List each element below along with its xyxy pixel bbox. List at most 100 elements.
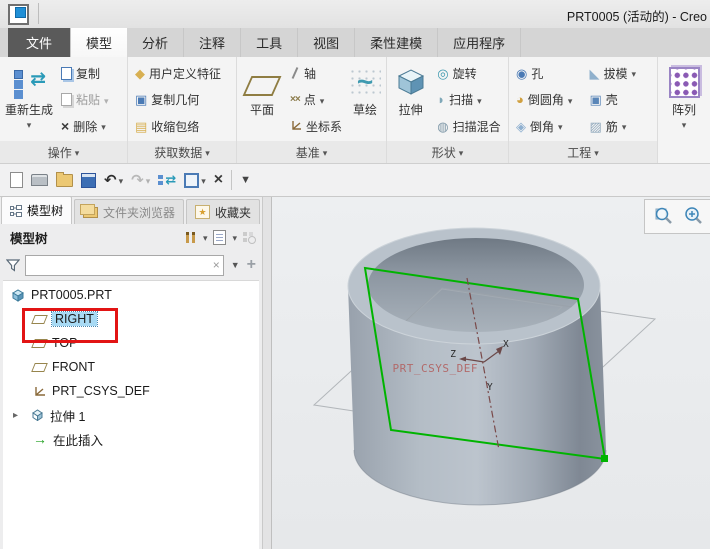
open-button[interactable] [56,174,73,187]
sweep-button[interactable]: ◗扫描 [434,88,507,112]
print-icon [31,174,48,186]
tab-view[interactable]: 视图 [298,28,355,57]
tab-flexible-modeling[interactable]: 柔性建模 [355,28,438,57]
pattern-dropdown-icon[interactable] [682,117,687,131]
viewport-zoom-toolbar [644,199,710,234]
rib-button[interactable]: ▨筋 [587,114,657,138]
filter-funnel-icon[interactable] [6,259,20,272]
hole-button[interactable]: ◉孔 [513,61,585,85]
regenerate-button[interactable]: 重新生成 [2,58,56,141]
csys-icon [290,120,302,132]
sketch-button[interactable]: ~ 草绘 [345,58,385,141]
delete-button[interactable]: ×删除 [58,114,126,138]
engineering-group-label[interactable]: 工程 [509,141,657,163]
datum-plane-button[interactable]: 平面 [239,58,285,141]
chamfer-dropdown-icon[interactable] [558,119,563,133]
datum-axis-button[interactable]: 轴 [287,61,345,85]
tree-item-insert-here[interactable]: → 在此插入 [3,427,259,451]
print-button[interactable] [31,174,48,186]
toolbar-overflow-button[interactable]: ▼ [240,174,251,186]
shapes-group-label[interactable]: 形状 [387,141,508,163]
tab-tools[interactable]: 工具 [241,28,298,57]
tab-annotate[interactable]: 注释 [184,28,241,57]
point-dropdown-icon[interactable] [320,93,325,107]
plane-drag-handle[interactable] [601,455,608,462]
copy-button[interactable]: 复制 [58,61,126,85]
tree-item-right-plane[interactable]: RIGHT [3,307,259,331]
datum-plane-icon [31,363,48,372]
filter-dropdown-icon[interactable]: ▼ [229,260,242,270]
new-file-button[interactable] [10,172,23,188]
round-dropdown-icon[interactable] [568,93,573,107]
udf-button[interactable]: ◆用户定义特征 [132,61,235,85]
draft-dropdown-icon[interactable] [632,66,637,80]
graphics-viewport[interactable]: Z X Y PRT_CSYS_DEF [272,197,710,549]
tree-item-extrude-1[interactable]: ▸ 拉伸 1 [3,403,259,427]
swept-blend-button[interactable]: ◍扫描混合 [434,114,507,138]
tree-item-csys[interactable]: PRT_CSYS_DEF [3,379,259,403]
filter-add-icon[interactable]: + [247,257,256,273]
ribbon-group-shapes: 拉伸 ◎旋转 ◗扫描 ◍扫描混合 形状 [387,57,509,163]
regenerate-dropdown-icon[interactable] [27,117,32,131]
tab-model[interactable]: 模型 [70,28,127,57]
tab-model-tree[interactable]: 模型树 [1,196,72,224]
swept-blend-icon: ◍ [437,120,448,133]
tab-analysis[interactable]: 分析 [127,28,184,57]
tree-tools-icon[interactable] [184,231,197,244]
tree-item-part[interactable]: PRT0005.PRT [3,283,259,307]
shrinkwrap-button[interactable]: ▤收缩包络 [132,114,235,138]
expand-icon[interactable]: ▸ [13,410,25,421]
copy-geometry-button[interactable]: ▣复制几何 [132,88,235,112]
ribbon-tab-row: 文件 模型 分析 注释 工具 视图 柔性建模 应用程序 [0,28,710,57]
pattern-button[interactable]: 阵列 [660,58,708,141]
panel-splitter[interactable] [262,197,272,549]
tab-folder-browser[interactable]: 文件夹浏览器 [74,199,184,224]
tree-tools-dropdown-icon[interactable] [203,230,208,244]
revolve-button[interactable]: ◎旋转 [434,61,507,85]
window-manager-icon [184,173,199,188]
window-dropdown-icon[interactable] [201,173,206,187]
tree-settings-icon[interactable] [213,230,226,245]
operations-group-label[interactable]: 操作 [0,141,127,163]
datum-csys-button[interactable]: 坐标系 [287,114,345,138]
extrude-button[interactable]: 拉伸 [389,58,432,141]
paste-button[interactable]: 粘贴 [58,88,126,112]
rib-dropdown-icon[interactable] [622,119,627,133]
round-button[interactable]: ◕倒圆角 [513,88,585,112]
tab-applications[interactable]: 应用程序 [438,28,521,57]
window-manager-button[interactable] [184,173,206,188]
sweep-dropdown-icon[interactable] [477,93,482,107]
zoom-region-button[interactable] [653,206,675,228]
tab-file[interactable]: 文件 [8,28,70,57]
regenerate-toolbar-button[interactable] [158,173,176,187]
datum-point-button[interactable]: ××点 [287,88,345,112]
creo-application-window: PRT0005 (活动的) - Creo 文件 模型 分析 注释 工具 视图 柔… [0,0,710,549]
redo-button[interactable]: ↷ [131,171,150,189]
x-axis-label: X [503,339,509,350]
revolve-icon: ◎ [437,67,448,80]
favorites-icon: ★ [195,205,210,219]
tree-item-top-plane[interactable]: TOP [3,331,259,355]
tree-filter-input[interactable] [25,255,224,276]
extrude-feature-icon [31,409,44,421]
close-window-icon: × [214,172,223,188]
get-data-group-label[interactable]: 获取数据 [128,141,236,163]
undo-button[interactable]: ↶ [104,171,123,189]
tree-settings-dropdown-icon[interactable] [232,230,237,244]
window-icon[interactable] [8,4,29,25]
shell-button[interactable]: ▣壳 [587,88,657,112]
undo-dropdown-icon[interactable] [119,173,124,187]
tree-item-front-plane[interactable]: FRONT [3,355,259,379]
save-button[interactable] [81,173,96,188]
datum-plane-icon [243,76,282,96]
filter-clear-icon[interactable]: × [213,258,220,272]
zoom-in-button[interactable] [683,206,705,228]
draft-button[interactable]: ◣拔模 [587,61,657,85]
close-window-button[interactable]: × [214,172,223,188]
datum-group-label[interactable]: 基准 [237,141,386,163]
redo-dropdown-icon [146,173,151,187]
delete-dropdown-icon[interactable] [101,119,106,133]
chamfer-button[interactable]: ◈倒角 [513,114,585,138]
tab-favorites[interactable]: ★ 收藏夹 [186,199,260,224]
toolbar-separator [231,170,232,190]
